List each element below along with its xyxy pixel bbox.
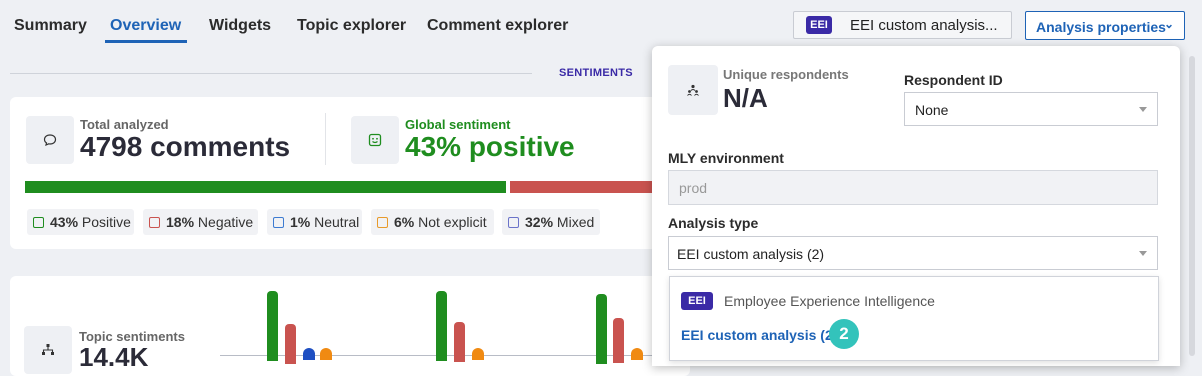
chip-negative-label: Negative [197, 214, 254, 230]
chip-neutral-label: Neutral [314, 214, 360, 230]
eei-badge: EEI [681, 292, 713, 310]
chip-mixed-percent: 32% [525, 214, 554, 230]
chip-not-explicit: 6% Not explicit [371, 209, 494, 235]
global-sentiment-label: Global sentiment [405, 117, 511, 132]
topic-bar-negative [454, 322, 465, 362]
tab-widgets[interactable]: Widgets [209, 17, 271, 35]
mixed-icon [508, 216, 519, 228]
tab-comment-explorer[interactable]: Comment explorer [427, 17, 568, 35]
chip-not-explicit-percent: 6% [394, 214, 415, 230]
respondent-id-label: Respondent ID [904, 72, 1003, 88]
analysis-properties-button[interactable]: Analysis properties ⌄ [1025, 11, 1185, 40]
respondent-id-value: None [915, 102, 949, 118]
chip-neutral: 1% Neutral [267, 209, 362, 235]
top-navigation: Summary Overview Widgets Topic explorer … [0, 0, 1202, 50]
topic-bar-neutral [303, 348, 315, 360]
negative-icon [149, 216, 160, 228]
hierarchy-icon [24, 326, 72, 374]
comment-icon [26, 116, 74, 164]
tab-summary[interactable]: Summary [14, 17, 87, 35]
negative-share-bar [510, 181, 652, 193]
tab-topic-explorer[interactable]: Topic explorer [297, 17, 406, 35]
tab-overview[interactable]: Overview [110, 17, 181, 35]
positive-face-icon [351, 116, 399, 164]
topic-bar-positive [596, 294, 607, 364]
caret-down-icon [1139, 107, 1147, 112]
positive-icon [33, 216, 44, 228]
topic-bar-not-explicit [472, 348, 484, 360]
topic-bar-negative [613, 318, 624, 363]
unique-respondents-label: Unique respondents [723, 67, 849, 82]
option-eei-custom-analysis[interactable]: EEI custom analysis (2) [670, 321, 1158, 349]
chip-not-explicit-label: Not explicit [418, 214, 487, 230]
topic-bar-positive [436, 291, 447, 361]
chip-mixed: 32% Mixed [502, 209, 600, 235]
analysis-type-dropdown: EEI Employee Experience Intelligence EEI… [669, 276, 1159, 361]
topic-bar-not-explicit [320, 348, 332, 360]
positive-share-bar [25, 181, 506, 193]
analysis-type-value: EEI custom analysis (2) [677, 246, 825, 262]
chip-positive-percent: 43% [50, 214, 79, 230]
analysis-context-text: EEI custom analysis... [850, 17, 998, 34]
global-sentiment-value: 43% positive [405, 131, 575, 162]
section-divider [10, 73, 532, 74]
topic-bar-positive [267, 291, 278, 361]
mly-environment-value: prod [679, 180, 708, 196]
unique-respondents-value: N/A [723, 83, 768, 113]
topic-bar-not-explicit [631, 348, 643, 360]
chip-negative: 18% Negative [143, 209, 258, 235]
card-divider [325, 113, 326, 165]
chip-neutral-percent: 1% [290, 214, 311, 230]
sentiments-section-label: SENTIMENTS [559, 67, 633, 79]
respondent-id-select[interactable]: None [904, 92, 1158, 126]
respondents-icon [668, 65, 718, 115]
mly-environment-label: MLY environment [668, 150, 784, 166]
analysis-type-select[interactable]: EEI custom analysis (2) [668, 236, 1158, 270]
total-analyzed-value: 4798 comments [80, 131, 291, 162]
option-label: Employee Experience Intelligence [724, 293, 935, 309]
chip-positive-label: Positive [81, 214, 131, 230]
step-number-badge: 2 [829, 319, 859, 349]
total-analyzed-label: Total analyzed [80, 117, 169, 132]
analysis-context-pill[interactable]: EEI EEI custom analysis... [793, 11, 1012, 39]
chip-mixed-label: Mixed [556, 214, 595, 230]
active-tab-indicator [105, 40, 187, 43]
option-employee-experience-intelligence[interactable]: EEI Employee Experience Intelligence [670, 287, 1158, 315]
caret-down-icon [1139, 251, 1147, 256]
topic-bar-negative [285, 324, 296, 364]
chip-negative-percent: 18% [166, 214, 195, 230]
chip-positive: 43% Positive [27, 209, 134, 235]
analysis-properties-label: Analysis properties [1036, 19, 1166, 35]
mly-environment-field: prod [668, 170, 1158, 205]
chevron-down-icon: ⌄ [1164, 17, 1175, 31]
option-label-selected: EEI custom analysis (2) [681, 327, 838, 343]
neutral-icon [273, 216, 284, 228]
analysis-type-label: Analysis type [668, 215, 759, 231]
topic-sentiments-value: 14.4K [79, 342, 149, 372]
not-explicit-icon [377, 216, 388, 228]
eei-badge: EEI [806, 16, 832, 34]
panel-scrollbar[interactable] [1189, 56, 1195, 356]
